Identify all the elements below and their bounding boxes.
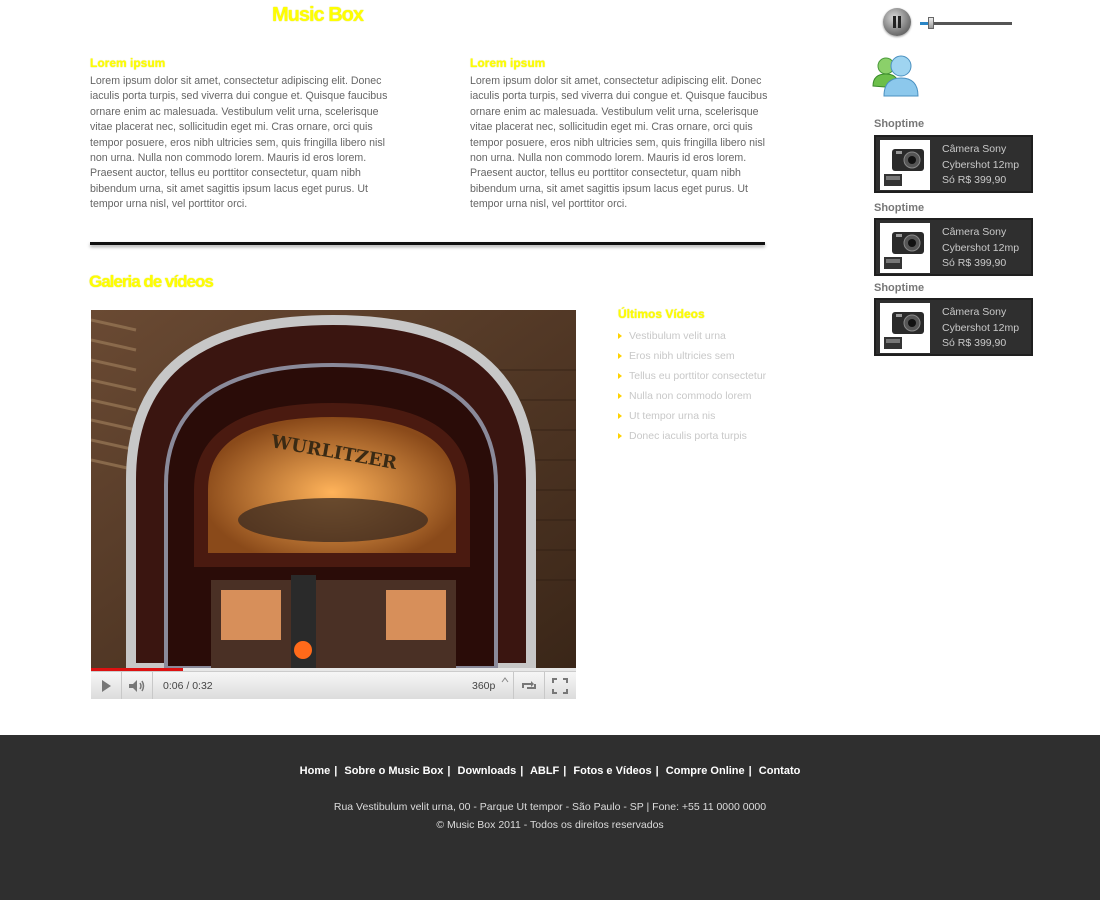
text-column-1: Lorem ipsum Lorem ipsum dolor sit amet, …: [90, 56, 402, 213]
bullet-icon: [618, 413, 622, 419]
footer-link-about[interactable]: Sobre o Music Box: [344, 765, 443, 777]
latest-video-item[interactable]: Vestibulum velit urna: [618, 326, 766, 346]
bullet-icon: [618, 333, 622, 339]
latest-video-item[interactable]: Donec iaculis porta turpis: [618, 426, 766, 446]
fullscreen-button[interactable]: [545, 672, 575, 699]
section-divider: [90, 242, 765, 245]
repeat-icon: [522, 680, 536, 689]
camera-thumbnail: [880, 303, 930, 353]
column-2-text: Lorem ipsum dolor sit amet, consectetur …: [470, 75, 768, 211]
shoptime-ad-text: Câmera Sony Cybershot 12mp Só R$ 399,90: [942, 143, 1020, 186]
latest-video-item[interactable]: Tellus eu porttitor consectetur: [618, 366, 766, 386]
shoptime-label: Shoptime: [874, 282, 925, 294]
pause-icon: [893, 16, 901, 28]
bullet-icon: [618, 433, 622, 439]
site-title: Music Box: [272, 4, 364, 26]
latest-video-item[interactable]: Eros nibh ultricies sem: [618, 346, 766, 366]
shoptime-label: Shoptime: [874, 202, 925, 214]
footer-link-contact[interactable]: Contato: [759, 765, 801, 777]
latest-videos-title: Últimos Vídeos: [618, 307, 705, 321]
camera-icon: [884, 312, 924, 349]
repeat-button[interactable]: [513, 672, 545, 699]
video-controls: 0:06 / 0:32 360p: [91, 671, 576, 699]
footer-link-downloads[interactable]: Downloads: [458, 765, 517, 777]
text-column-2: Lorem ipsum Lorem ipsum dolor sit amet, …: [470, 56, 782, 213]
camera-icon: [884, 149, 924, 186]
jukebox-video-image: WURLITZER: [91, 310, 576, 668]
video-player[interactable]: WURLITZER 0:06 / 0:32 360p: [91, 310, 576, 699]
quality-selector[interactable]: 360p: [472, 680, 495, 692]
play-icon: [102, 679, 111, 692]
fullscreen-icon: [552, 677, 568, 694]
volume-button[interactable]: [122, 672, 153, 699]
latest-video-item[interactable]: Ut tempor urna nis: [618, 406, 766, 426]
footer-link-buy-online[interactable]: Compre Online: [666, 765, 745, 777]
audio-pause-button[interactable]: [883, 8, 911, 36]
volume-icon: [129, 679, 145, 692]
shoptime-ad[interactable]: Câmera Sony Cybershot 12mp Só R$ 399,90: [874, 218, 1033, 276]
footer-link-ablf[interactable]: ABLF: [530, 765, 559, 777]
footer-link-home[interactable]: Home: [300, 765, 331, 777]
footer-nav: Home | Sobre o Music Box | Downloads | ABLF…: [299, 765, 801, 777]
shoptime-ad[interactable]: Câmera Sony Cybershot 12mp Só R$ 399,90: [874, 135, 1033, 193]
messenger-icon[interactable]: [870, 52, 920, 98]
video-time: 0:06 / 0:32: [163, 680, 213, 692]
quality-arrow-icon: [501, 677, 509, 683]
latest-video-item[interactable]: Nulla non commodo lorem: [618, 386, 766, 406]
video-frame[interactable]: WURLITZER: [91, 310, 576, 668]
footer-link-photos-videos[interactable]: Fotos e Vídeos: [573, 765, 651, 777]
bullet-icon: [618, 393, 622, 399]
footer: Home | Sobre o Music Box | Downloads | ABLF…: [0, 735, 1100, 900]
volume-slider-handle[interactable]: [928, 17, 934, 29]
footer-address: Rua Vestibulum velit urna, 00 - Parque U…: [333, 801, 767, 813]
play-button[interactable]: [91, 672, 122, 699]
camera-icon: [884, 232, 924, 269]
bullet-icon: [618, 373, 622, 379]
column-1-title: Lorem ipsum: [90, 56, 166, 70]
gallery-title: Galeria de vídeos: [89, 272, 214, 291]
shoptime-ad-text: Câmera Sony Cybershot 12mp Só R$ 399,90: [942, 226, 1020, 269]
column-1-text: Lorem ipsum dolor sit amet, consectetur …: [90, 75, 388, 211]
footer-copyright: © Music Box 2011 - Todos os direitos res…: [436, 819, 664, 831]
shoptime-ad[interactable]: Câmera Sony Cybershot 12mp Só R$ 399,90: [874, 298, 1033, 356]
column-2-title: Lorem ipsum: [470, 56, 546, 70]
latest-videos-list: Vestibulum velit urna Eros nibh ultricie…: [618, 326, 766, 446]
shoptime-label: Shoptime: [874, 118, 925, 130]
shoptime-ad-text: Câmera Sony Cybershot 12mp Só R$ 399,90: [942, 306, 1020, 349]
bullet-icon: [618, 353, 622, 359]
camera-thumbnail: [880, 223, 930, 273]
camera-thumbnail: [880, 140, 930, 190]
